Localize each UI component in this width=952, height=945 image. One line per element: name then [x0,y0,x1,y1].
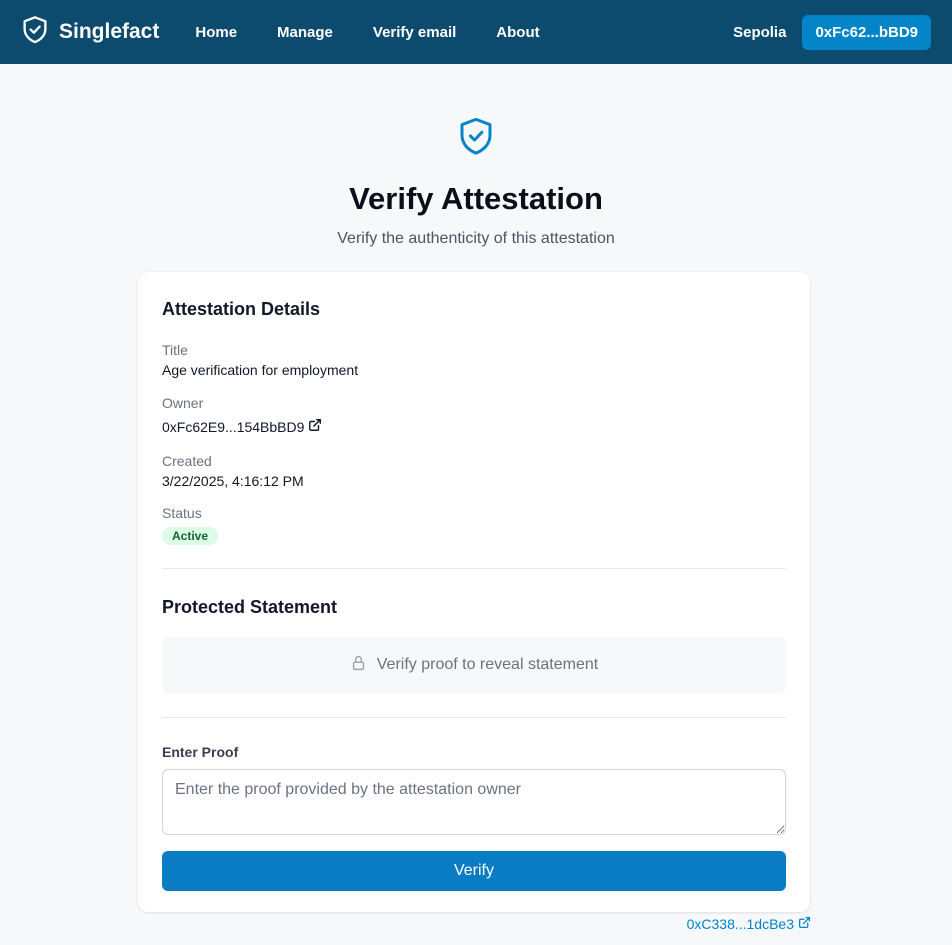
contract-link[interactable]: 0xC338...1dcBe3 [687,916,811,932]
network-name: Sepolia [733,23,787,41]
status-field: Status Active [162,505,786,545]
nav-link-verify-email[interactable]: Verify email [373,24,456,41]
shield-check-icon [455,115,497,157]
status-badge: Active [162,527,219,545]
title-field: Title Age verification for employment [162,342,786,379]
proof-section: Enter Proof Verify [162,744,786,891]
proof-input[interactable] [162,769,786,835]
created-value: 3/22/2025, 4:16:12 PM [162,473,304,489]
created-label: Created [162,453,212,469]
nav-right: Sepolia 0xFc62...bBD9 [733,14,931,50]
external-link-icon [798,916,811,932]
page-title: Verify Attestation [349,181,603,216]
verify-button[interactable]: Verify [162,851,786,891]
brand-name: Singlefact [59,20,160,43]
nav-link-manage[interactable]: Manage [277,24,333,41]
owner-label: Owner [162,395,204,411]
nav-link-about[interactable]: About [496,24,539,41]
nav-link-home[interactable]: Home [195,24,237,41]
protected-heading: Protected Statement [162,597,338,617]
protected-statement-box: Verify proof to reveal statement [162,637,786,693]
proof-label: Enter Proof [162,744,239,760]
owner-field: Owner 0xFc62E9...154BbBD9 [162,395,786,437]
created-field: Created 3/22/2025, 4:16:12 PM [162,453,786,490]
status-label: Status [162,505,202,521]
lock-icon [350,654,367,677]
title-value: Age verification for employment [162,362,359,378]
page-subtitle: Verify the authenticity of this attestat… [337,230,615,248]
details-heading: Attestation Details [162,299,321,319]
external-link-icon [308,418,322,437]
shield-check-icon [21,15,49,50]
page-header: Verify Attestation Verify the authentici… [0,64,952,248]
owner-address: 0xFc62E9...154BbBD9 [162,419,305,435]
divider [162,568,786,569]
locked-text: Verify proof to reveal statement [376,656,599,673]
attestation-card: Attestation Details Title Age verificati… [138,272,810,912]
wallet-button[interactable]: 0xFc62...bBD9 [802,14,931,50]
brand[interactable]: Singlefact [21,15,159,50]
nav-links: Home Manage Verify email About [195,24,539,41]
title-label: Title [162,342,188,358]
contract-address: 0xC338...1dcBe3 [686,916,794,932]
divider [162,717,786,718]
top-navbar: Singlefact Home Manage Verify email Abou… [0,0,952,64]
owner-link[interactable]: 0xFc62E9...154BbBD9 [162,418,786,437]
